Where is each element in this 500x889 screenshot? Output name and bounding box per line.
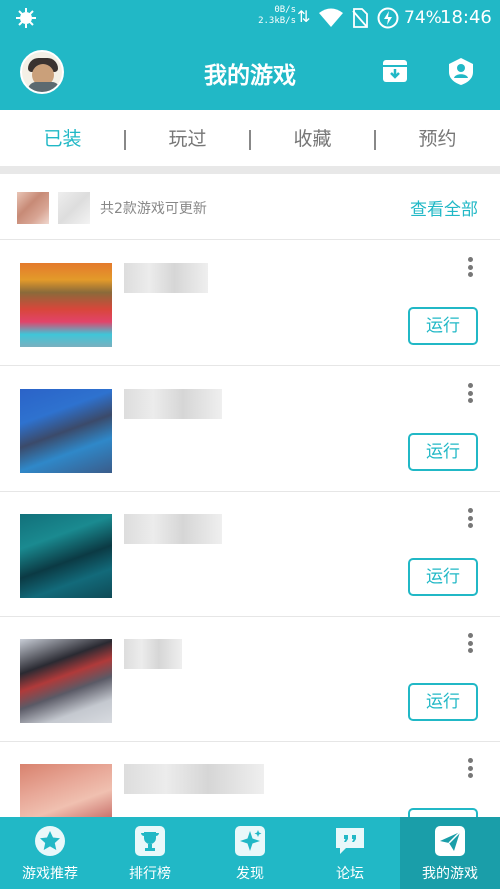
- tab-divider: [124, 130, 126, 150]
- section-divider: [0, 166, 500, 174]
- nav-game-recommend[interactable]: 游戏推荐: [0, 817, 100, 889]
- account-shield-icon[interactable]: [446, 56, 476, 86]
- more-options-icon[interactable]: [466, 633, 474, 657]
- trophy-icon: [135, 826, 165, 856]
- game-name-blurred: [124, 639, 182, 669]
- tab-reservations[interactable]: 预约: [375, 110, 500, 168]
- view-all-link[interactable]: 查看全部: [410, 195, 478, 220]
- nav-label: 游戏推荐: [22, 866, 78, 882]
- page-title: 我的游戏: [204, 63, 296, 89]
- update-count-text: 共2款游戏可更新: [100, 201, 207, 217]
- game-icon: [20, 639, 112, 723]
- update-notice[interactable]: 共2款游戏可更新 查看全部: [0, 174, 500, 240]
- net-down-text: 0B/s: [274, 5, 296, 15]
- debug-icon: [16, 8, 36, 28]
- game-icon: [20, 263, 112, 347]
- update-game-icon: [58, 192, 90, 224]
- star-icon: [35, 826, 65, 856]
- game-icon: [20, 514, 112, 598]
- tab-divider: [249, 130, 251, 150]
- clock: 18:46: [440, 7, 492, 28]
- update-game-icon: [17, 192, 49, 224]
- game-icon: [20, 389, 112, 473]
- tab-favorites[interactable]: 收藏: [250, 110, 375, 168]
- net-up-text: 2.3kB/s: [258, 16, 296, 26]
- game-list-item[interactable]: 运行: [0, 492, 500, 617]
- more-options-icon[interactable]: [466, 758, 474, 782]
- app-header: 我的游戏: [0, 36, 500, 110]
- battery-charging-icon: [377, 7, 399, 29]
- tab-divider: [374, 130, 376, 150]
- more-options-icon[interactable]: [466, 383, 474, 407]
- nav-rankings[interactable]: 排行榜: [100, 817, 200, 889]
- game-list-item[interactable]: 运行: [0, 617, 500, 742]
- chat-icon: [336, 828, 364, 854]
- game-name-blurred: [124, 263, 208, 293]
- nav-forum[interactable]: 论坛: [300, 817, 400, 889]
- bottom-nav: 游戏推荐 排行榜 发现 论坛 我的游戏: [0, 817, 500, 889]
- game-list-item[interactable]: 运行: [0, 367, 500, 492]
- sparkle-icon: [235, 826, 265, 856]
- nav-discover[interactable]: 发现: [200, 817, 300, 889]
- battery-percent: 74%: [404, 8, 442, 28]
- tab-installed[interactable]: 已装: [0, 110, 125, 168]
- nav-label: 我的游戏: [422, 866, 478, 882]
- game-list-item[interactable]: 运行: [0, 241, 500, 366]
- game-name-blurred: [124, 764, 264, 794]
- nav-label: 论坛: [336, 866, 364, 882]
- tab-bar: 已装 玩过 收藏 预约: [0, 110, 500, 168]
- download-box-icon[interactable]: [380, 56, 410, 86]
- network-speed: 0B/s 2.3kB/s: [256, 5, 296, 27]
- paper-plane-icon: [435, 826, 465, 856]
- run-button[interactable]: 运行: [408, 683, 478, 721]
- game-name-blurred: [124, 514, 222, 544]
- status-bar: 0B/s 2.3kB/s ⇅ 74% 18:46: [0, 0, 500, 36]
- more-options-icon[interactable]: [466, 257, 474, 281]
- run-button[interactable]: 运行: [408, 433, 478, 471]
- nav-label: 排行榜: [129, 866, 171, 882]
- run-button[interactable]: 运行: [408, 307, 478, 345]
- avatar[interactable]: [20, 50, 64, 94]
- nav-label: 发现: [236, 866, 264, 882]
- game-name-blurred: [124, 389, 222, 419]
- more-options-icon[interactable]: [466, 508, 474, 532]
- wifi-icon: [319, 8, 343, 27]
- tab-played[interactable]: 玩过: [125, 110, 250, 168]
- data-transfer-icon: ⇅: [297, 7, 311, 26]
- nav-my-games[interactable]: 我的游戏: [400, 817, 500, 889]
- sim-card-icon: [352, 8, 368, 28]
- run-button[interactable]: 运行: [408, 558, 478, 596]
